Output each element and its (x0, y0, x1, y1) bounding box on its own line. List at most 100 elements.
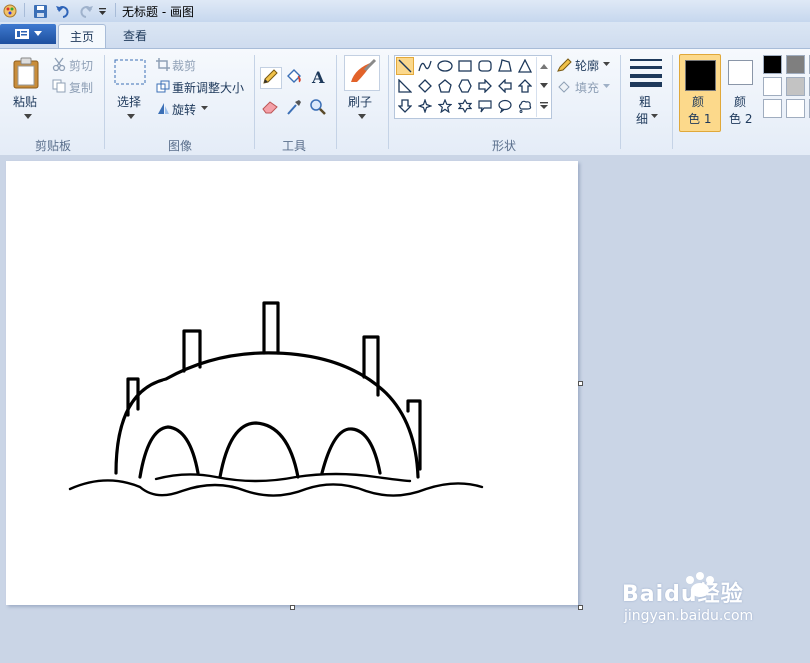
resize-button[interactable]: 重新调整大小 (172, 79, 244, 96)
chevron-down-icon[interactable] (603, 62, 610, 67)
size-label-thin: 细 (636, 112, 649, 126)
five-point-star-shape-button[interactable] (436, 97, 454, 115)
outline-button[interactable]: 轮廓 (575, 57, 599, 74)
line-shape-button[interactable] (396, 57, 414, 75)
resize-handle-right[interactable] (578, 381, 583, 386)
pentagon-shape-button[interactable] (436, 77, 454, 95)
group-separator (388, 55, 389, 149)
paw-logo (686, 572, 714, 597)
copy-button[interactable]: 复制 (69, 79, 93, 96)
chevron-down-icon[interactable] (24, 114, 32, 120)
right-arrow-shape-button[interactable] (476, 77, 494, 95)
group-label-shapes: 形状 (491, 139, 516, 153)
chevron-down-icon[interactable] (201, 106, 208, 111)
brushes-button[interactable] (344, 55, 380, 91)
resize-handle-corner[interactable] (578, 605, 583, 610)
oval-shape-button[interactable] (436, 57, 454, 75)
paint-app-icon[interactable] (2, 3, 18, 19)
eraser-tool[interactable] (260, 97, 280, 117)
redo-icon[interactable] (78, 3, 94, 19)
diamond-icon (418, 79, 432, 93)
palette-swatch[interactable] (763, 77, 782, 96)
drawing (68, 301, 484, 497)
chevron-down-icon (603, 84, 610, 88)
qa-divider (115, 3, 116, 17)
color1-label-2: 色 1 (688, 112, 712, 126)
palette-swatch[interactable] (763, 99, 782, 118)
crop-button[interactable]: 裁剪 (172, 57, 196, 74)
tab-view[interactable]: 查看 (112, 24, 158, 48)
group-separator (254, 55, 255, 149)
polygon-shape-button[interactable] (496, 57, 514, 75)
pencil-tool[interactable] (260, 67, 282, 89)
chevron-down-icon[interactable] (358, 114, 366, 120)
save-icon[interactable] (33, 3, 48, 19)
paste-button[interactable]: 粘贴 (13, 93, 37, 110)
curve-shape-button[interactable] (416, 57, 434, 75)
rectangle-shape-button[interactable] (456, 57, 474, 75)
palette-swatch[interactable] (786, 77, 805, 96)
fill-tool[interactable] (284, 67, 304, 87)
fill-button[interactable]: 填充 (575, 79, 599, 96)
crop-icon (156, 58, 170, 71)
select-button[interactable]: 选择 (117, 93, 141, 110)
more-icon (540, 102, 548, 110)
oval-callout-shape-button[interactable] (496, 97, 514, 115)
app-menu-icon (15, 29, 29, 39)
diamond-shape-button[interactable] (416, 77, 434, 95)
chevron-down-icon[interactable] (651, 114, 658, 119)
magnifier-tool[interactable] (308, 97, 328, 117)
pillar (126, 377, 140, 417)
right-triangle-shape-button[interactable] (396, 77, 414, 95)
drawing-canvas[interactable] (6, 161, 583, 610)
rect-callout-shape-button[interactable] (476, 97, 494, 115)
app-menu-button[interactable] (0, 24, 56, 44)
undo-icon[interactable] (55, 3, 71, 19)
oval-callout-icon (498, 99, 512, 113)
select-icon[interactable] (114, 59, 146, 85)
paste-icon[interactable] (12, 57, 40, 92)
six-point-star-shape-button[interactable] (456, 97, 474, 115)
text-tool[interactable]: A (308, 67, 328, 87)
eyedropper-icon (287, 100, 301, 115)
color-picker-tool[interactable] (284, 97, 304, 117)
resize-icon (156, 80, 170, 93)
palette-swatch[interactable] (786, 99, 805, 118)
chevron-down-icon[interactable] (127, 114, 135, 120)
line-width-icon (630, 59, 662, 87)
rounded-rectangle-shape-button[interactable] (476, 57, 494, 75)
left-arrow-shape-button[interactable] (496, 77, 514, 95)
customize-quick-access-icon[interactable] (98, 3, 108, 19)
group-separator (620, 55, 621, 149)
left-arrow-icon (498, 79, 512, 93)
line-icon (398, 59, 412, 73)
curve-icon (418, 60, 432, 72)
cut-button[interactable]: 剪切 (69, 57, 93, 74)
resize-handle-bottom[interactable] (290, 605, 295, 610)
color2-label-2: 色 2 (729, 112, 753, 126)
cloud-callout-shape-button[interactable] (516, 97, 534, 115)
palette-swatch[interactable] (763, 55, 782, 74)
rectangle-icon (458, 60, 472, 72)
triangle-shape-button[interactable] (516, 57, 534, 75)
ribbon: 粘贴 剪切 复制 剪贴板 选择 裁剪 重新调整大小 旋转 图像 A 工具 刷子 (0, 48, 810, 156)
size-label-thick: 粗 (639, 95, 652, 109)
rotate-button[interactable]: 旋转 (172, 101, 196, 118)
magnifier-icon (310, 99, 326, 115)
hexagon-shape-button[interactable] (456, 77, 474, 95)
fill-bucket-icon (558, 81, 570, 93)
text-icon: A (311, 68, 325, 87)
baidu-watermark: Baidu经验 jingyan.baidu.com (622, 572, 754, 624)
window-title: 无标题 - 画图 (122, 5, 194, 19)
down-arrow-shape-button[interactable] (396, 97, 414, 115)
rotate-icon (158, 103, 169, 114)
pencil-icon (263, 69, 278, 84)
palette-swatch[interactable] (786, 55, 805, 74)
six-point-star-icon (458, 99, 472, 113)
triangle-icon (518, 59, 532, 73)
four-point-star-shape-button[interactable] (416, 97, 434, 115)
tab-home[interactable]: 主页 (58, 24, 106, 49)
up-arrow-shape-button[interactable] (516, 77, 534, 95)
watermark-url: jingyan.baidu.com (624, 608, 754, 624)
gallery-scroller[interactable] (536, 57, 551, 117)
